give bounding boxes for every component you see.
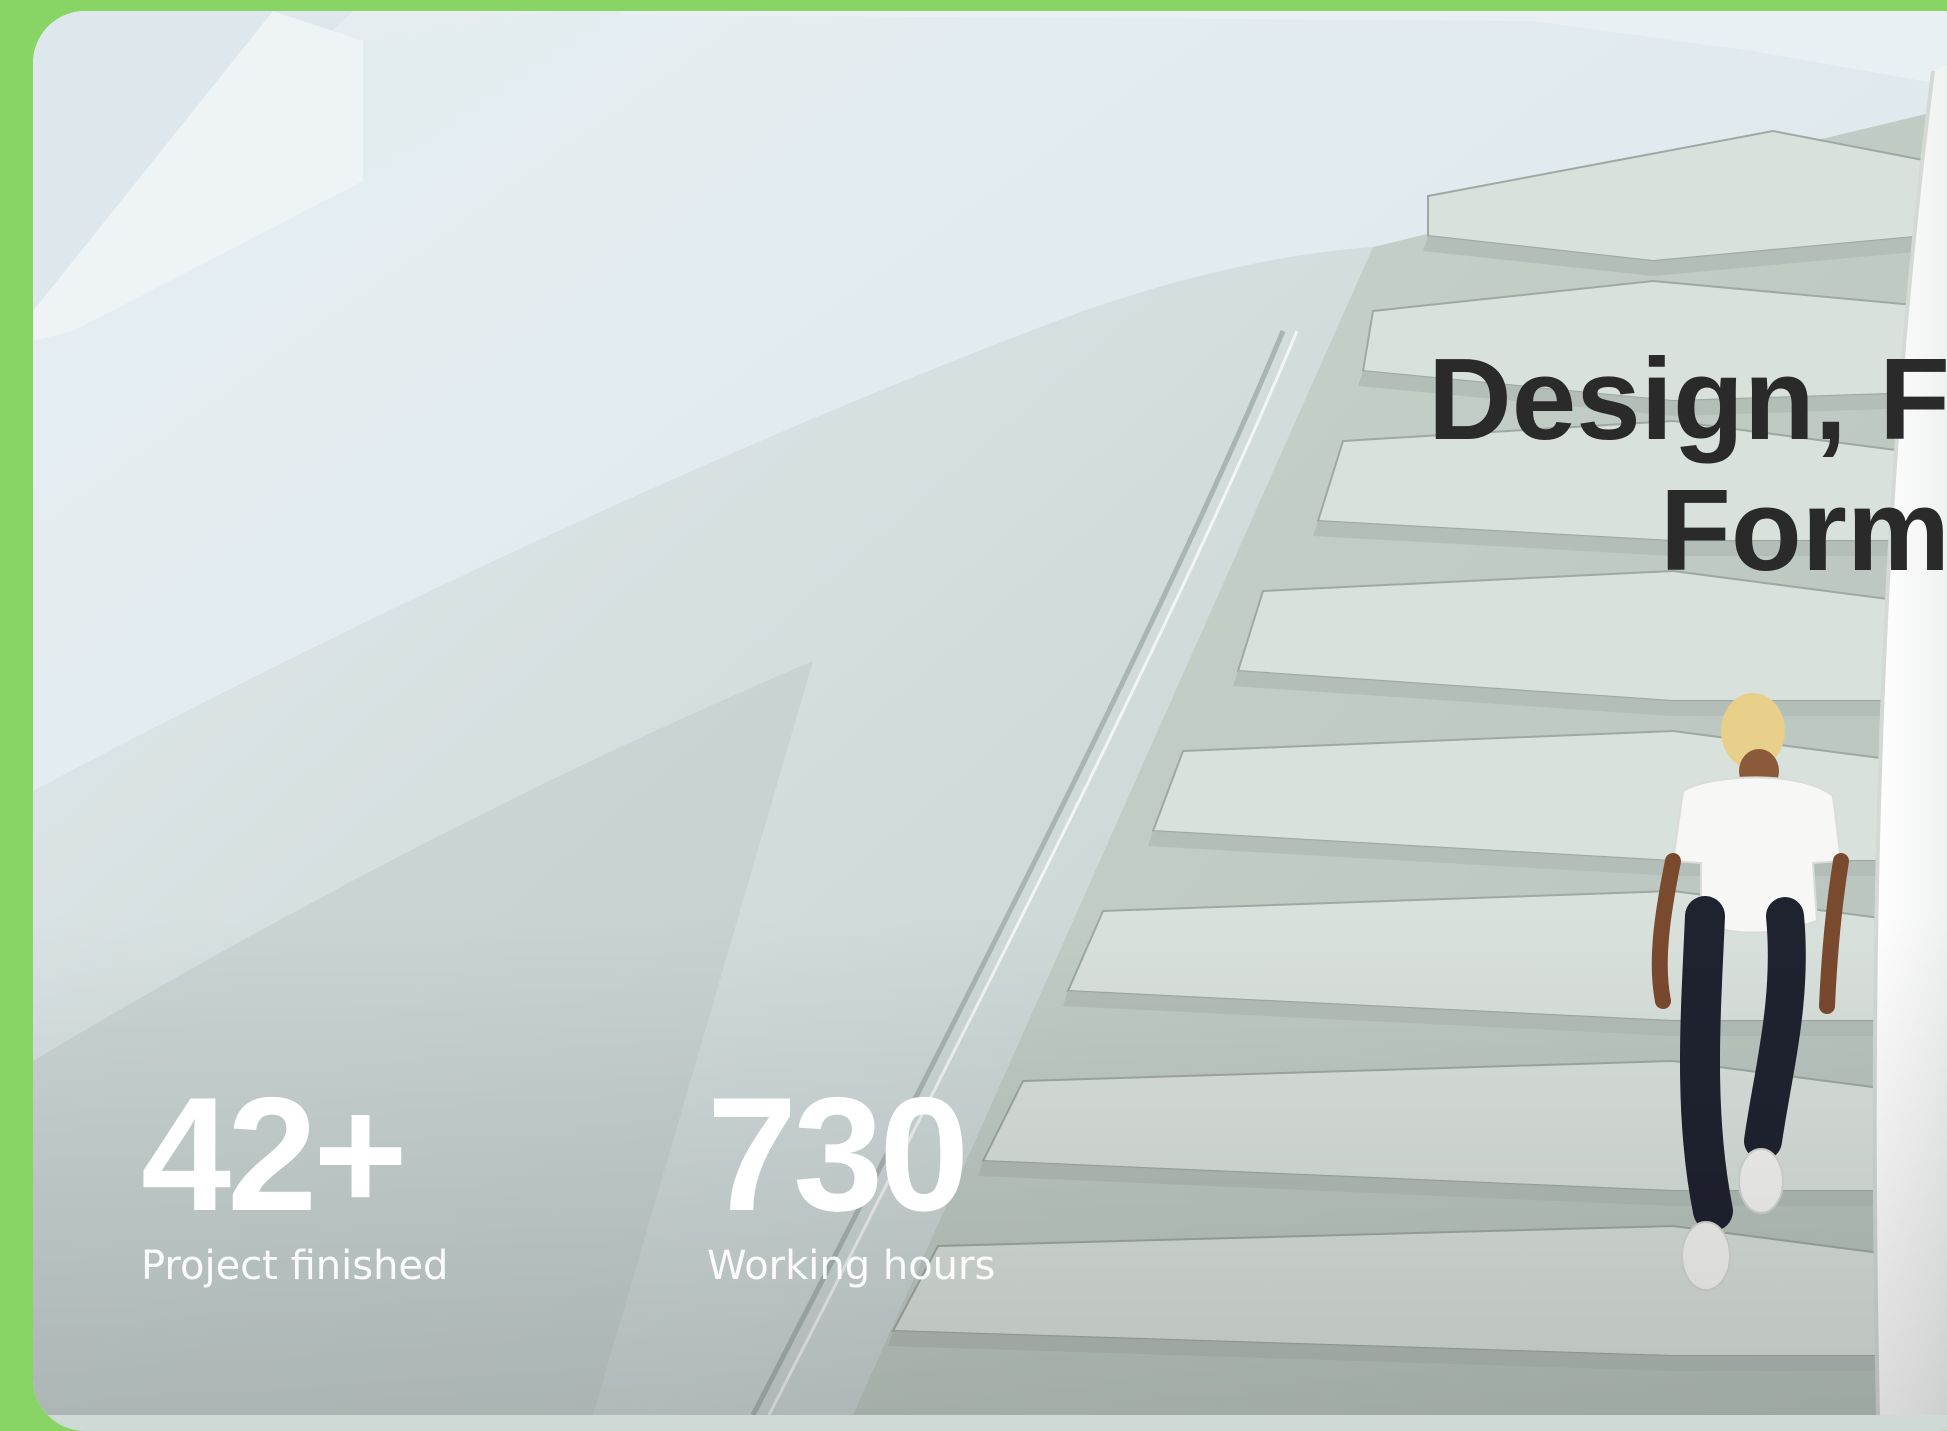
stat-working-hours: 730 Working hours: [707, 1064, 996, 1289]
stat-label: Working hours: [707, 1243, 996, 1289]
stat-label: Project finished: [141, 1243, 449, 1289]
hero-section: Design, F Form 42+ Project finished 730 …: [33, 11, 1947, 1431]
hero-headline: Design, F Form: [1398, 334, 1947, 596]
stat-projects-finished: 42+ Project finished: [141, 1064, 449, 1289]
stat-value: 42+: [141, 1064, 408, 1245]
stat-value: 730: [707, 1064, 969, 1245]
hero-headline-line-1: Design, F: [1427, 334, 1947, 464]
hero-headline-line-2: Form: [1660, 465, 1947, 596]
